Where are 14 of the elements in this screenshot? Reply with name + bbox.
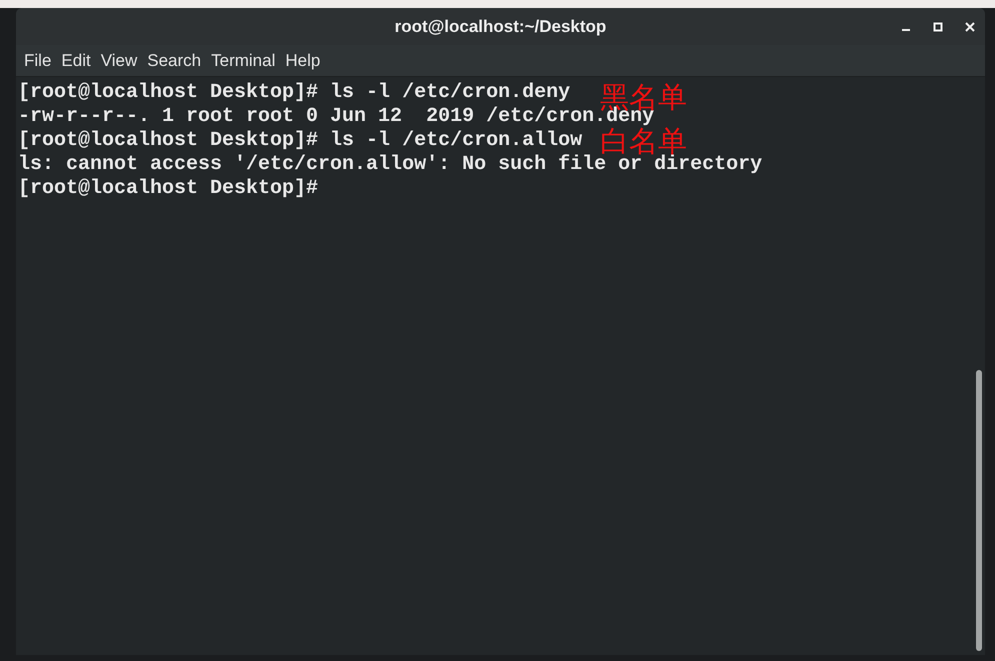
menu-item[interactable]: Edit — [56, 48, 96, 72]
menu-item[interactable]: View — [96, 48, 142, 72]
terminal-line: [root@localhost Desktop]# ls -l /etc/cron.deny — [18, 81, 570, 105]
menu-item[interactable]: Terminal — [206, 48, 280, 72]
menu-item[interactable]: File — [19, 48, 56, 72]
window-title: root@localhost:~/Desktop — [394, 16, 606, 38]
close-icon[interactable] — [965, 22, 975, 32]
scrollbar-thumb[interactable] — [976, 370, 982, 651]
terminal-line: ls: cannot access '/etc/cron.allow': No such file or directory — [18, 153, 762, 177]
menu-item[interactable]: Help — [280, 48, 326, 72]
terminal-line: [root@localhost Desktop]# ls -l /etc/cron.allow — [18, 129, 582, 153]
maximize-icon[interactable] — [933, 22, 943, 32]
menu-item[interactable]: Search — [142, 48, 206, 72]
terminal-line: [root@localhost Desktop]# — [18, 177, 318, 201]
